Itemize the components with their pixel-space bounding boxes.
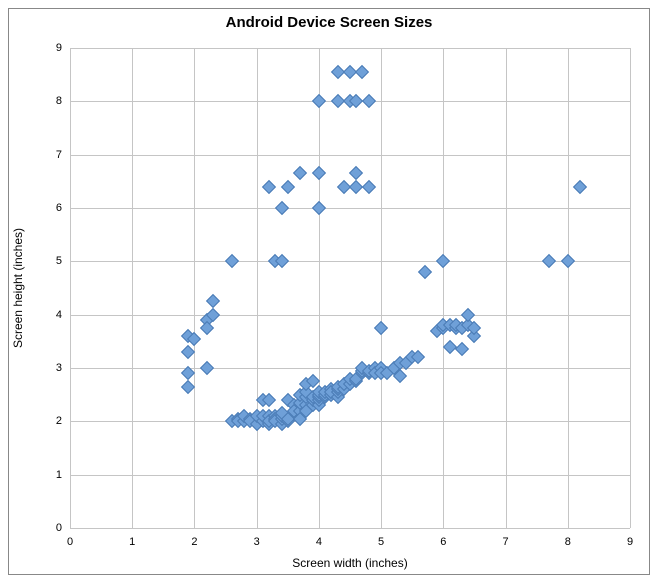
data-point (225, 254, 239, 268)
gridline-h (70, 421, 630, 422)
data-point (442, 340, 456, 354)
data-point (436, 254, 450, 268)
data-point (206, 294, 220, 308)
x-tick-label: 9 (627, 536, 633, 548)
gridline-h (70, 528, 630, 529)
x-tick-label: 4 (316, 536, 322, 548)
data-point (418, 265, 432, 279)
x-tick-label: 6 (440, 536, 446, 548)
data-point (274, 201, 288, 215)
y-tick-label: 2 (56, 415, 62, 427)
data-point (181, 380, 195, 394)
x-tick-label: 3 (254, 536, 260, 548)
x-tick-label: 7 (502, 536, 508, 548)
x-tick-label: 2 (191, 536, 197, 548)
gridline-v (381, 48, 382, 528)
data-point (374, 321, 388, 335)
data-point (355, 65, 369, 79)
gridline-v (70, 48, 71, 528)
data-point (461, 308, 475, 322)
gridline-h (70, 475, 630, 476)
gridline-v (443, 48, 444, 528)
data-point (362, 94, 376, 108)
gridline-v (194, 48, 195, 528)
y-tick-label: 9 (56, 42, 62, 54)
y-axis-label: Screen height (inches) (11, 228, 25, 348)
y-tick-label: 5 (56, 255, 62, 267)
gridline-v (132, 48, 133, 528)
y-tick-label: 1 (56, 469, 62, 481)
data-point (200, 321, 214, 335)
data-point (181, 345, 195, 359)
data-point (312, 94, 326, 108)
chart-title: Android Device Screen Sizes (0, 14, 658, 31)
gridline-h (70, 368, 630, 369)
x-tick-label: 0 (67, 536, 73, 548)
y-tick-label: 0 (56, 522, 62, 534)
data-point (281, 180, 295, 194)
x-tick-label: 1 (129, 536, 135, 548)
y-tick-label: 6 (56, 202, 62, 214)
y-tick-label: 8 (56, 95, 62, 107)
gridline-h (70, 208, 630, 209)
data-point (455, 342, 469, 356)
x-tick-label: 8 (565, 536, 571, 548)
data-point (293, 166, 307, 180)
chart-container: Android Device Screen Sizes Screen heigh… (0, 0, 658, 583)
data-point (200, 361, 214, 375)
y-tick-label: 4 (56, 309, 62, 321)
data-point (312, 201, 326, 215)
data-point (561, 254, 575, 268)
data-point (542, 254, 556, 268)
data-point (262, 180, 276, 194)
gridline-v (257, 48, 258, 528)
gridline-h (70, 315, 630, 316)
gridline-v (319, 48, 320, 528)
data-point (573, 180, 587, 194)
y-tick-label: 3 (56, 362, 62, 374)
data-point (362, 180, 376, 194)
data-point (349, 166, 363, 180)
data-point (312, 166, 326, 180)
y-tick-label: 7 (56, 149, 62, 161)
gridline-h (70, 155, 630, 156)
plot-area: Screen height (inches) Screen width (inc… (70, 48, 630, 528)
gridline-v (568, 48, 569, 528)
gridline-v (630, 48, 631, 528)
gridline-v (506, 48, 507, 528)
x-axis-label: Screen width (inches) (292, 556, 407, 570)
x-tick-label: 5 (378, 536, 384, 548)
gridline-h (70, 48, 630, 49)
